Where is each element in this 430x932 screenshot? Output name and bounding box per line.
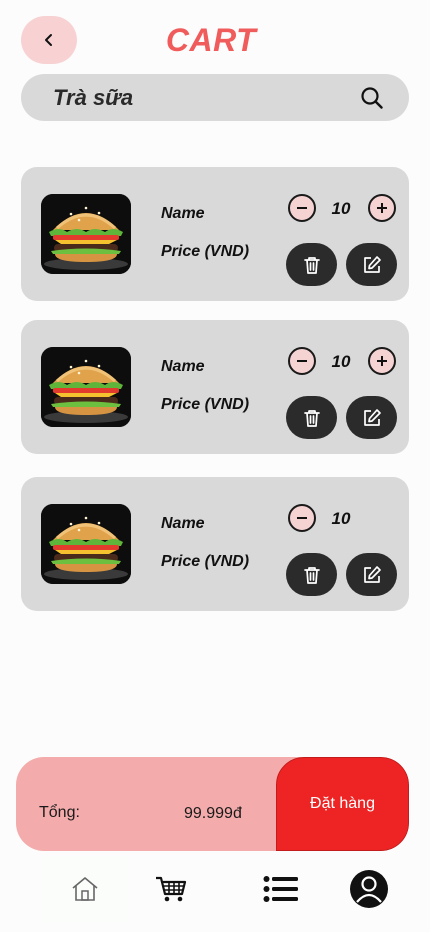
- delete-button[interactable]: [286, 396, 337, 439]
- item-price: Price (VND): [161, 553, 250, 570]
- item-name: Name: [161, 205, 205, 222]
- item-price: Price (VND): [161, 396, 250, 413]
- total-label: Tổng:: [39, 804, 80, 821]
- edit-button[interactable]: [346, 553, 397, 596]
- nav-cart[interactable]: [136, 856, 206, 922]
- plus-icon: [377, 356, 387, 366]
- minus-icon: [297, 360, 307, 362]
- search-bar[interactable]: Trà sữa: [21, 74, 409, 121]
- item-name: Name: [161, 358, 205, 375]
- edit-button[interactable]: [346, 243, 397, 286]
- nav-home[interactable]: [42, 856, 128, 922]
- search-icon[interactable]: [359, 85, 385, 111]
- profile-icon: [350, 870, 388, 908]
- trash-icon: [303, 256, 320, 274]
- minus-icon: [297, 207, 307, 209]
- delete-button[interactable]: [286, 553, 337, 596]
- quantity-value: 10: [331, 509, 351, 528]
- increase-quantity-button[interactable]: [368, 347, 396, 375]
- cart-item: Name Price (VND) 10: [21, 477, 409, 611]
- decrease-quantity-button[interactable]: [288, 347, 316, 375]
- nav-orders[interactable]: [246, 856, 316, 922]
- decrease-quantity-button[interactable]: [288, 194, 316, 222]
- home-icon: [72, 877, 98, 901]
- nav-profile[interactable]: [334, 856, 404, 922]
- place-order-button[interactable]: Đặt hàng: [276, 757, 409, 851]
- delete-button[interactable]: [286, 243, 337, 286]
- food-image: [41, 347, 131, 427]
- edit-button[interactable]: [346, 396, 397, 439]
- edit-icon: [363, 565, 381, 583]
- item-price: Price (VND): [161, 243, 250, 260]
- food-image: [41, 194, 131, 274]
- quantity-value: 10: [331, 352, 351, 371]
- page-title: CART: [165, 22, 257, 58]
- cart-item: Name Price (VND) 10: [21, 320, 409, 454]
- cart-item: Name Price (VND) 10: [21, 167, 409, 301]
- edit-icon: [363, 408, 381, 426]
- quantity-value: 10: [331, 199, 351, 218]
- food-image: [41, 504, 131, 584]
- total-value: 99.999đ: [184, 805, 242, 822]
- minus-icon: [297, 517, 307, 519]
- decrease-quantity-button[interactable]: [288, 504, 316, 532]
- plus-icon: [377, 203, 387, 213]
- edit-icon: [363, 255, 381, 273]
- bottom-navigation: [16, 856, 409, 922]
- item-name: Name: [161, 515, 205, 532]
- checkout-bar: Tổng: 99.999đ Đặt hàng: [16, 757, 409, 851]
- list-icon: [263, 876, 298, 902]
- cart-icon: [156, 876, 187, 902]
- trash-icon: [303, 566, 320, 584]
- increase-quantity-button[interactable]: [368, 194, 396, 222]
- search-input[interactable]: Trà sữa: [53, 85, 359, 111]
- trash-icon: [303, 409, 320, 427]
